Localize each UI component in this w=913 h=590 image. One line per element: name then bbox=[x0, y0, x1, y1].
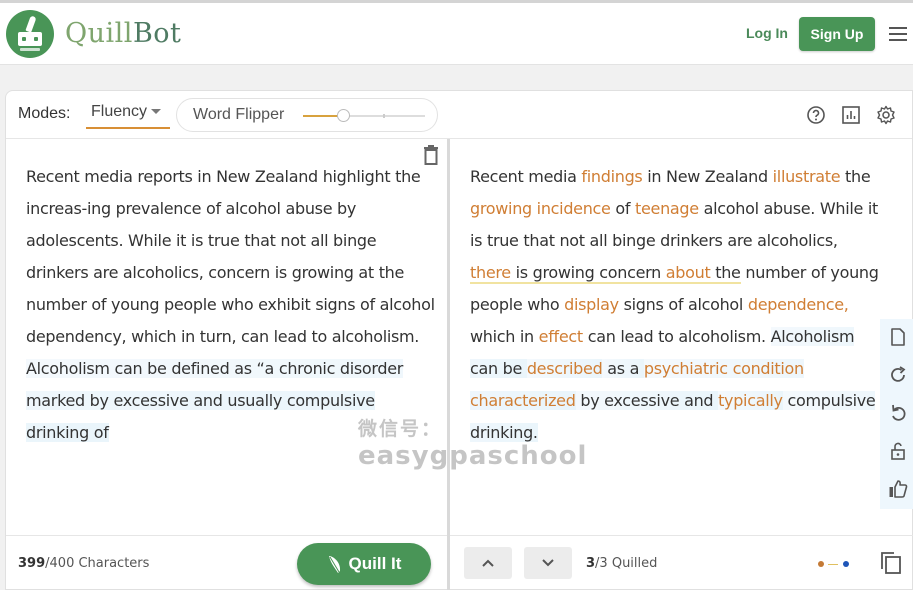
unlock-icon[interactable] bbox=[888, 441, 908, 461]
signup-button[interactable]: Sign Up bbox=[799, 17, 875, 51]
character-count-limit: /400 Characters bbox=[45, 556, 150, 571]
output-segment: of bbox=[610, 199, 636, 218]
settings-icon[interactable] bbox=[876, 105, 896, 125]
quill-it-label: Quill It bbox=[348, 554, 402, 573]
output-segment: by excessive and bbox=[575, 391, 719, 410]
copy-icon[interactable] bbox=[880, 551, 902, 575]
mode-dropdown-value: Fluency bbox=[91, 103, 148, 120]
next-quill-button[interactable] bbox=[524, 547, 572, 579]
quilled-counter: 3/3 Quilled bbox=[586, 556, 657, 571]
hamburger-menu-icon[interactable] bbox=[889, 27, 907, 41]
character-count-current: 399 bbox=[18, 556, 46, 571]
changed-word[interactable]: teenage bbox=[635, 199, 699, 218]
output-segment: as a bbox=[602, 359, 644, 378]
legend-unchanged-dot bbox=[843, 561, 849, 567]
quill-it-button[interactable]: Quill It bbox=[297, 543, 431, 585]
output-segment: the bbox=[710, 263, 741, 284]
changed-word[interactable]: illustrate bbox=[773, 167, 841, 186]
character-count: 399/400 Characters bbox=[18, 556, 149, 571]
quillbot-logo-icon[interactable] bbox=[6, 10, 54, 58]
quilled-total: /3 Quilled bbox=[595, 556, 658, 571]
input-pane[interactable]: Recent media reports in New Zealand high… bbox=[6, 139, 447, 535]
input-textarea[interactable]: Recent media reports in New Zealand high… bbox=[26, 161, 438, 449]
paraphraser-card: Modes: Fluency Word Flipper Recent media… bbox=[5, 90, 913, 590]
modes-label: Modes: bbox=[18, 105, 71, 122]
changed-word[interactable]: effect bbox=[539, 327, 584, 346]
redo-icon[interactable] bbox=[888, 365, 908, 385]
watermark-line2: easygpaschool bbox=[358, 441, 588, 471]
brand-name-bot: Bot bbox=[132, 18, 182, 49]
input-footer: 399/400 Characters Quill It bbox=[6, 535, 447, 590]
site-header: QuillBot Log In Sign Up bbox=[0, 3, 913, 65]
output-text[interactable]: Recent media findings in New Zealand ill… bbox=[470, 161, 882, 449]
output-footer: 3/3 Quilled bbox=[450, 535, 913, 590]
input-sentence-highlighted: Alcoholism can be defined as “a chronic … bbox=[26, 359, 404, 442]
mode-dropdown[interactable]: Fluency bbox=[86, 103, 170, 129]
watermark-line1: 微信号： bbox=[358, 418, 443, 440]
output-pane: Recent media findings in New Zealand ill… bbox=[450, 139, 880, 535]
word-flipper-label: Word Flipper bbox=[193, 106, 285, 123]
changed-word[interactable]: described bbox=[526, 359, 603, 378]
document-icon[interactable] bbox=[888, 327, 908, 347]
word-flipper-slider[interactable] bbox=[303, 109, 425, 122]
legend-structural-line bbox=[828, 564, 838, 565]
output-segment: Recent media bbox=[470, 167, 582, 186]
slider-handle[interactable] bbox=[337, 109, 351, 122]
changed-word[interactable]: there bbox=[470, 263, 511, 284]
output-segment: which in bbox=[470, 327, 539, 346]
previous-quill-button[interactable] bbox=[464, 547, 512, 579]
color-legend[interactable] bbox=[818, 560, 854, 568]
help-icon[interactable] bbox=[806, 105, 826, 125]
slider-tick bbox=[383, 114, 385, 118]
login-link[interactable]: Log In bbox=[746, 25, 788, 41]
changed-word[interactable]: typically bbox=[718, 391, 783, 410]
output-segment: in New Zealand bbox=[642, 167, 773, 186]
chevron-down-icon bbox=[151, 109, 162, 115]
quill-icon bbox=[328, 556, 340, 573]
modes-toolbar: Modes: Fluency Word Flipper bbox=[6, 91, 912, 139]
output-segment: the bbox=[840, 167, 871, 186]
thumbs-up-icon[interactable] bbox=[888, 479, 908, 499]
output-segment: is growing concern bbox=[510, 263, 666, 284]
output-segment: signs of alcohol bbox=[618, 295, 748, 314]
brand-name[interactable]: QuillBot bbox=[65, 18, 181, 49]
input-sentence: Recent media reports in New Zealand high… bbox=[26, 167, 435, 346]
changed-word[interactable]: dependence, bbox=[748, 295, 849, 314]
stats-icon[interactable] bbox=[841, 105, 861, 125]
brand-name-quill: Quill bbox=[65, 18, 133, 49]
watermark: 微信号： easygpaschool bbox=[358, 414, 587, 471]
quilled-current: 3 bbox=[586, 556, 596, 571]
changed-word[interactable]: findings bbox=[581, 167, 642, 186]
undo-icon[interactable] bbox=[888, 403, 908, 423]
chevron-up-icon bbox=[482, 559, 494, 567]
output-side-toolbar bbox=[880, 319, 913, 509]
changed-word[interactable]: about bbox=[665, 263, 711, 284]
output-segment: can lead to alcoholism. bbox=[582, 327, 771, 346]
word-flipper-control: Word Flipper bbox=[176, 98, 438, 132]
chevron-down-icon bbox=[542, 559, 554, 567]
changed-word[interactable]: growing incidence bbox=[470, 199, 611, 218]
changed-word[interactable]: display bbox=[564, 295, 619, 314]
legend-changed-words-dot bbox=[818, 561, 824, 567]
